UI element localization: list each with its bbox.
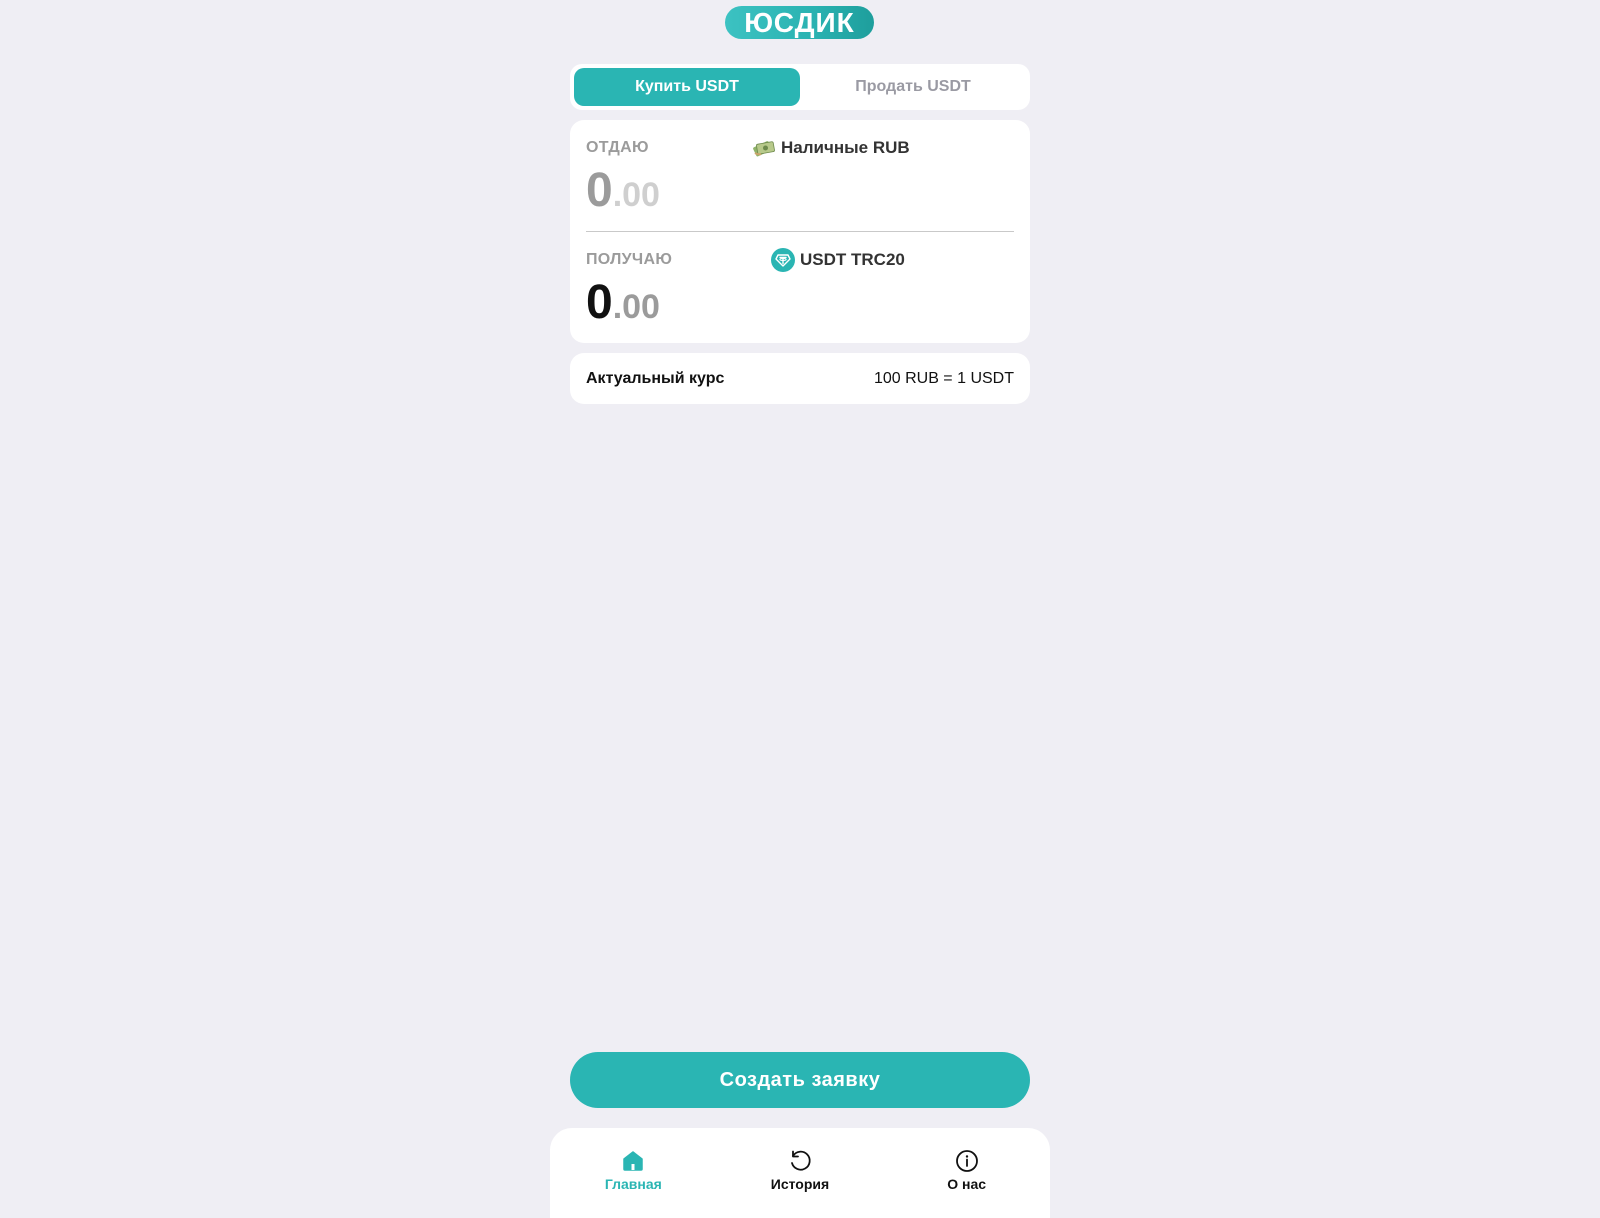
info-icon (955, 1150, 978, 1172)
tether-icon (771, 248, 795, 272)
get-currency-name: USDT TRC20 (800, 250, 905, 269)
history-icon (791, 1150, 811, 1171)
give-amount-input[interactable]: 0.00 (586, 167, 660, 215)
tab-sell-usdt[interactable]: Продать USDT (800, 68, 1026, 106)
get-amount-decimal: .00 (612, 288, 660, 326)
give-currency-name: Наличные RUB (781, 138, 910, 157)
nav-item-about[interactable]: О нас (907, 1148, 1027, 1218)
nav-label-home: Главная (604, 1176, 662, 1192)
home-icon (623, 1151, 644, 1171)
give-label: ОТДАЮ (586, 139, 649, 156)
get-label: ПОЛУЧАЮ (586, 251, 673, 268)
give-amount-decimal: .00 (612, 176, 660, 214)
nav-item-home[interactable]: Главная (573, 1148, 693, 1218)
card-divider (586, 231, 1014, 232)
create-request-button[interactable]: Создать заявку (570, 1052, 1030, 1108)
cash-money-icon (752, 136, 776, 160)
give-currency-selector[interactable]: Наличные RUB (752, 136, 910, 160)
get-amount-value: 0.00 (586, 279, 660, 327)
get-currency-selector[interactable]: USDT TRC20 (771, 248, 905, 272)
rate-label: Актуальный курс (586, 369, 725, 387)
nav-item-history[interactable]: История (740, 1148, 860, 1218)
rate-value: 100 RUB = 1 USDT (873, 369, 1014, 387)
exchange-card: ОТДАЮ 0.00 Наличные RUB ПОЛУЧАЮ 0.00 USD… (570, 120, 1030, 343)
bottom-nav: Главная История О нас (550, 1128, 1050, 1218)
get-amount-integer: 0 (586, 276, 613, 329)
nav-label-history: История (770, 1176, 830, 1192)
buy-sell-tabs: Купить USDT Продать USDT (570, 64, 1030, 110)
exchange-rate-card: Актуальный курс 100 RUB = 1 USDT (570, 353, 1030, 404)
nav-label-about: О нас (947, 1176, 987, 1192)
app-logo: ЮСДИК (725, 6, 874, 39)
logo-text: ЮСДИК (744, 6, 855, 38)
tab-buy-usdt[interactable]: Купить USDT (574, 68, 800, 106)
give-amount-integer: 0 (586, 164, 613, 217)
